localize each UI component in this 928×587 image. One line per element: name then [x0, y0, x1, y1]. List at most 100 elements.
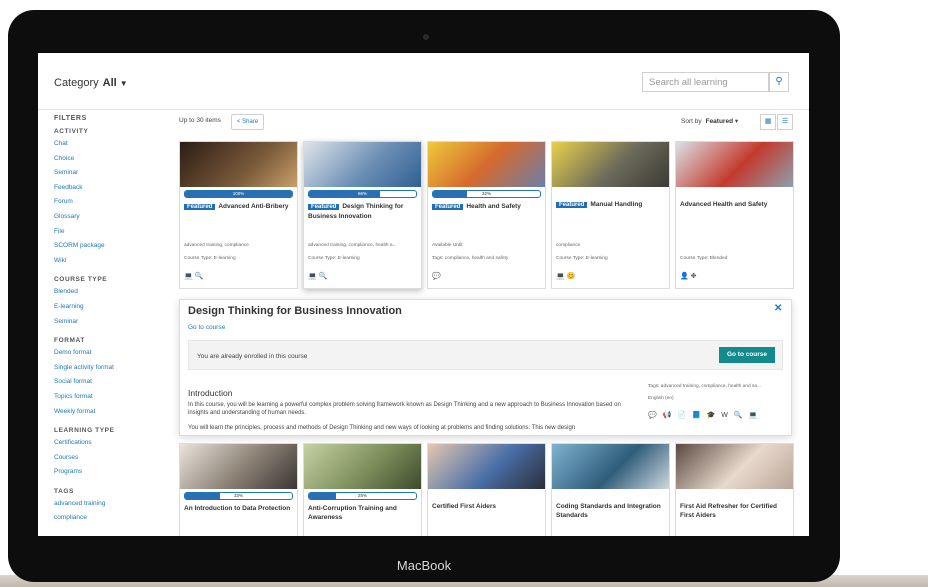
filter-item[interactable]: Wiki: [54, 254, 164, 269]
filter-item[interactable]: Programs: [54, 465, 164, 480]
course-detail-panel: Design Thinking for Business Innovation …: [179, 299, 792, 436]
course-tags: advanced training, compliance, health a.…: [308, 243, 397, 248]
course-activity-icons: 💬: [432, 273, 441, 280]
course-card[interactable]: 33% An Introduction to Data Protection: [179, 443, 298, 536]
filter-item[interactable]: File: [54, 225, 164, 240]
progress-bar: 32%: [432, 190, 541, 198]
course-thumbnail: [428, 444, 545, 489]
search-icon[interactable]: ⚲: [769, 72, 789, 92]
sort-dropdown[interactable]: Sort by Featured ▾: [681, 117, 738, 125]
chevron-down-icon: ▼: [119, 79, 128, 88]
go-to-course-button[interactable]: Go to course: [719, 347, 775, 363]
course-tags: advanced training, compliance: [184, 243, 249, 248]
course-title: Coding Standards and Integration Standar…: [556, 503, 661, 519]
filter-group-heading: LEARNING TYPE: [54, 427, 115, 435]
filter-item[interactable]: SCORM package: [54, 239, 164, 254]
grid-view-icon[interactable]: ▦: [760, 114, 776, 130]
camera-icon: [423, 34, 429, 40]
list-view-icon[interactable]: ☰: [777, 114, 793, 130]
course-title-text: Manual Handling: [590, 201, 643, 208]
course-card[interactable]: Advanced Health and Safety Course Type: B…: [675, 141, 794, 289]
filter-item[interactable]: Feedback: [54, 181, 164, 196]
course-thumbnail: [552, 142, 669, 187]
course-title: Featured Manual Handling: [556, 200, 665, 220]
course-type: Course Type: E-learning: [184, 256, 236, 261]
results-count: Up to 30 items: [179, 117, 221, 124]
filter-group-heading: ACTIVITY: [54, 128, 89, 135]
filter-item[interactable]: Weekly format: [54, 405, 164, 420]
screen: Category All ▼ Search all learning ⚲ FILTE…: [38, 53, 809, 536]
course-title: Advanced Health and Safety: [680, 200, 789, 220]
course-card[interactable]: Coding Standards and Integration Standar…: [551, 443, 670, 536]
filter-item[interactable]: Topics format: [54, 390, 164, 405]
close-icon[interactable]: ✕: [774, 303, 782, 314]
enrollment-text: You are already enrolled in this course: [197, 353, 308, 360]
featured-badge: Featured: [556, 202, 588, 208]
detail-title: Design Thinking for Business Innovation: [188, 305, 402, 317]
filters-title: FILTERS: [54, 115, 87, 122]
intro-heading: Introduction: [188, 388, 233, 398]
share-button[interactable]: < Share: [231, 114, 265, 130]
course-card[interactable]: 25% Anti-Corruption Training and Awarenes…: [303, 443, 422, 536]
course-card[interactable]: Featured Manual Handling compliance Course …: [551, 141, 670, 289]
course-activity-icons: 💻 🔍: [184, 273, 204, 280]
intro-paragraph-2: You will learn the principles, process a…: [188, 425, 576, 431]
share-label: Share: [242, 119, 259, 125]
course-thumbnail: [180, 142, 297, 187]
search-input[interactable]: Search all learning: [642, 72, 769, 92]
go-to-course-link[interactable]: Go to course: [188, 324, 225, 331]
progress-fill: [309, 191, 380, 197]
detail-tags: Tags: advanced training, compliance, hea…: [648, 384, 762, 389]
filter-item[interactable]: Single activity format: [54, 361, 164, 376]
results-bar: Up to 30 items < Share Sort by Featured ▾…: [179, 114, 793, 130]
filter-item[interactable]: Choice: [54, 152, 164, 167]
filter-item[interactable]: compliance: [54, 511, 164, 526]
progress-fill: [433, 191, 468, 197]
filter-item[interactable]: Chat: [54, 137, 164, 152]
featured-badge: Featured: [432, 204, 464, 210]
progress-label: 100%: [232, 191, 245, 196]
course-title: Certified First Aiders: [432, 503, 497, 510]
filter-item[interactable]: Certifications: [54, 436, 164, 451]
sort-value: Featured: [705, 118, 734, 125]
course-type: Tags: compliance, health and safety: [432, 256, 509, 261]
course-thumbnail: [552, 444, 669, 489]
course-card[interactable]: 100% Featured Advanced Anti-Bribery advance…: [179, 141, 298, 289]
filter-item[interactable]: E-learning: [54, 300, 164, 315]
enrollment-box: You are already enrolled in this course …: [188, 340, 783, 370]
filter-item[interactable]: advanced training: [54, 497, 164, 512]
progress-bar: 100%: [184, 190, 293, 198]
brand-label: MacBook: [396, 558, 452, 573]
filters-panel: FILTERS ACTIVITY Chat Choice Seminar Feedbac…: [54, 115, 164, 526]
filter-item[interactable]: Glossary: [54, 210, 164, 225]
course-card[interactable]: Certified First Aiders: [427, 443, 546, 536]
course-card[interactable]: 32% Featured Health and Safety Available Un…: [427, 141, 546, 289]
course-title: Featured Health and Safety: [432, 202, 541, 222]
filter-group-heading: TAGS: [54, 487, 74, 495]
course-tags: compliance: [556, 243, 581, 248]
category-label: Category: [54, 77, 99, 89]
filter-item[interactable]: Forum: [54, 195, 164, 210]
progress-label: 66%: [357, 191, 367, 196]
sort-label: Sort by: [681, 118, 702, 125]
course-title: First Aid Refresher for Certified First …: [680, 503, 777, 519]
course-activity-icons: 👤 ✥: [680, 273, 697, 280]
filter-item[interactable]: Blended: [54, 285, 164, 300]
chevron-down-icon: ▾: [734, 118, 739, 125]
course-card[interactable]: First Aid Refresher for Certified First …: [675, 443, 794, 536]
course-thumbnail: [428, 142, 545, 187]
progress-label: 32%: [481, 191, 491, 196]
course-card[interactable]: 66% Featured Design Thinking for Business …: [303, 141, 422, 289]
progress-label: 25%: [357, 493, 367, 498]
filter-item[interactable]: Demo format: [54, 346, 164, 361]
filter-item[interactable]: Social format: [54, 375, 164, 390]
category-filter[interactable]: Category All ▼: [54, 77, 128, 89]
course-activity-icons: 💻 🔍: [308, 273, 328, 280]
course-title-text: Health and Safety: [466, 203, 521, 210]
course-thumbnail: [676, 142, 793, 187]
filter-item[interactable]: Seminar: [54, 166, 164, 181]
course-type: Course Type: E-learning: [308, 256, 360, 261]
filter-item[interactable]: Courses: [54, 451, 164, 466]
filter-item[interactable]: Seminar: [54, 315, 164, 330]
course-title-text: Advanced Anti-Bribery: [218, 203, 289, 210]
